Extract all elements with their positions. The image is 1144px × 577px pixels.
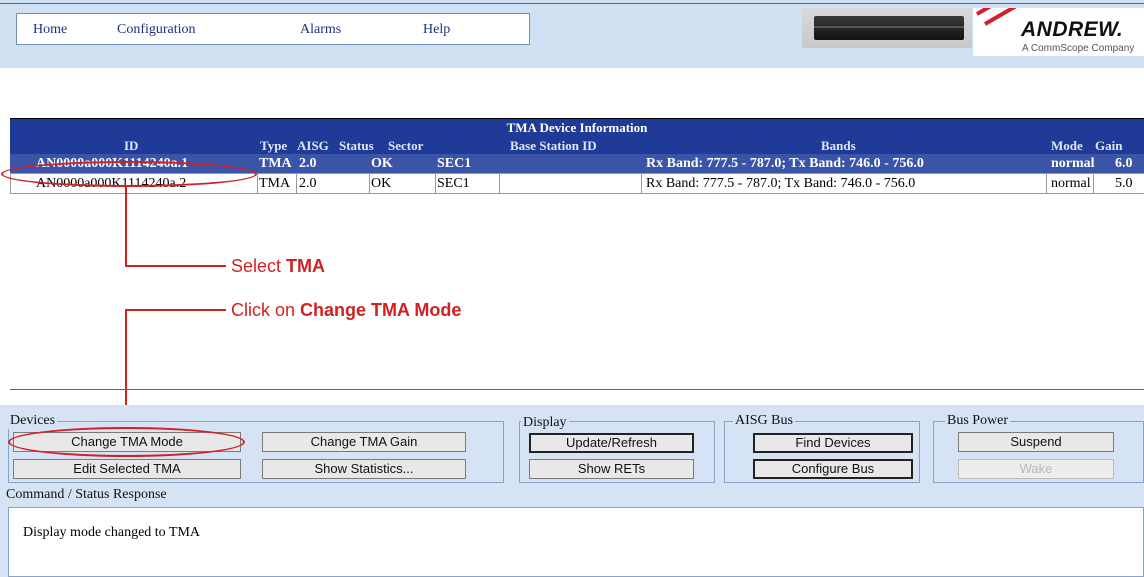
cell-aisg: 2.0: [299, 156, 317, 171]
cell-bands: Rx Band: 777.5 - 787.0; Tx Band: 746.0 -…: [646, 156, 924, 171]
devices-group-label: Devices: [8, 413, 58, 429]
annotation-click-change-mode: Click on Change TMA Mode: [231, 300, 462, 320]
col-bands: Bands: [821, 138, 856, 153]
cell-gain: 6.0: [1115, 156, 1133, 171]
cell-mode: normal: [1051, 176, 1091, 191]
annotation-select-tma: Select TMA: [231, 256, 326, 276]
col-base-station-id: Base Station ID: [510, 138, 597, 153]
header-divider: [0, 3, 1144, 4]
annotation-line: [125, 309, 226, 311]
wake-button[interactable]: Wake: [958, 459, 1114, 479]
col-aisg: AISG: [297, 138, 329, 153]
logo-subtitle: A CommScope Company: [1022, 43, 1135, 54]
cell-aisg: 2.0: [299, 176, 317, 191]
suspend-button[interactable]: Suspend: [958, 432, 1114, 452]
bus-power-group-label: Bus Power: [945, 413, 1011, 429]
content-divider: [10, 389, 1144, 390]
status-message: Display mode changed to TMA: [23, 525, 201, 540]
cell-type: TMA: [259, 156, 292, 171]
logo-name: ANDREW.: [1021, 18, 1124, 41]
cell-status: OK: [371, 156, 393, 171]
status-response-label: Command / Status Response: [6, 487, 167, 502]
annotation-line: [125, 185, 127, 266]
nav-configuration[interactable]: Configuration: [117, 22, 196, 38]
table-header: ID Type AISG Status Sector Base Station …: [10, 136, 1144, 154]
nav-help[interactable]: Help: [423, 22, 450, 38]
cell-bands: Rx Band: 777.5 - 787.0; Tx Band: 746.0 -…: [646, 176, 916, 191]
nav-alarms[interactable]: Alarms: [300, 22, 341, 38]
col-status: Status: [339, 138, 374, 153]
annotation-line: [125, 265, 226, 267]
andrew-logo: ANDREW. A CommScope Company: [973, 8, 1144, 56]
col-sector: Sector: [388, 138, 424, 153]
table-title: TMA Device Information: [10, 118, 1144, 136]
change-tma-gain-button[interactable]: Change TMA Gain: [262, 432, 466, 452]
show-statistics-button[interactable]: Show Statistics...: [262, 459, 466, 479]
configure-bus-button[interactable]: Configure Bus: [753, 459, 913, 479]
cell-sector: SEC1: [437, 156, 472, 171]
col-mode: Mode: [1051, 138, 1083, 153]
cell-status: OK: [371, 176, 392, 191]
col-id: ID: [124, 138, 139, 153]
col-gain: Gain: [1095, 138, 1123, 153]
cell-mode: normal: [1051, 156, 1095, 171]
nav-bar: Home Configuration Alarms Help: [16, 13, 530, 45]
status-response-box: Display mode changed to TMA: [8, 507, 1144, 577]
cell-gain: 5.0: [1115, 176, 1133, 191]
display-group-label: Display: [521, 415, 569, 431]
aisg-bus-group-label: AISG Bus: [733, 413, 795, 429]
update-refresh-button[interactable]: Update/Refresh: [529, 433, 694, 453]
device-photo: [802, 8, 972, 48]
col-type: Type: [260, 138, 288, 153]
nav-home[interactable]: Home: [33, 22, 67, 38]
cell-type: TMA: [259, 176, 291, 191]
click-highlight-ellipse: [8, 427, 245, 457]
cell-sector: SEC1: [437, 176, 470, 191]
show-rets-button[interactable]: Show RETs: [529, 459, 694, 479]
find-devices-button[interactable]: Find Devices: [753, 433, 913, 453]
edit-selected-tma-button[interactable]: Edit Selected TMA: [13, 459, 241, 479]
select-highlight-ellipse: [1, 161, 257, 187]
